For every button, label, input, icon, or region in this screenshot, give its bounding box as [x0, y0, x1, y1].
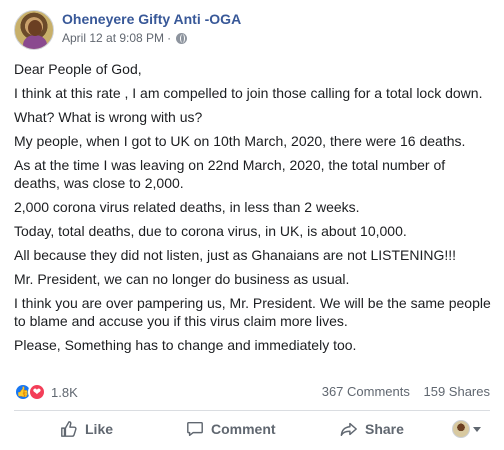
- thumbs-up-icon: [61, 421, 77, 437]
- post-paragraph: My people, when I got to UK on 10th Marc…: [14, 133, 466, 149]
- like-button[interactable]: Like: [60, 420, 113, 438]
- post-timestamp[interactable]: April 12 at 9:08 PM: [62, 31, 164, 45]
- share-arrow-icon: [340, 422, 357, 437]
- post-paragraph: What? What is wrong with us?: [14, 109, 203, 125]
- share-label: Share: [365, 421, 404, 437]
- comment-icon: [187, 421, 203, 437]
- love-reaction-icon: ❤: [28, 383, 46, 401]
- post-paragraph: Today, total deaths, due to corona virus…: [14, 223, 407, 239]
- post-paragraph: Please, Something has to change and imme…: [14, 337, 357, 353]
- post-paragraph: Dear People of God,: [14, 61, 142, 77]
- action-bar: Like Comment Share: [14, 416, 490, 446]
- post-stats: 👍 ❤ 1.8K 367 Comments 159 Shares: [14, 381, 490, 403]
- post-meta: April 12 at 9:08 PM ·: [62, 31, 188, 45]
- author-name[interactable]: Oheneyere Gifty Anti -OGA: [62, 11, 241, 27]
- user-avatar: [452, 420, 470, 438]
- like-label: Like: [85, 421, 114, 437]
- post-text: Dear People of God, I think at this rate…: [14, 60, 494, 360]
- comment-button[interactable]: Comment: [186, 420, 276, 438]
- author-avatar[interactable]: [14, 10, 54, 50]
- comments-count-link[interactable]: 367 Comments: [322, 384, 410, 399]
- reactions-summary[interactable]: 👍 ❤ 1.8K: [14, 383, 78, 401]
- caret-down-icon: [473, 426, 481, 432]
- reaction-profile-switcher[interactable]: [452, 420, 481, 438]
- share-button[interactable]: Share: [340, 420, 404, 438]
- post-paragraph: 2,000 corona virus related deaths, in le…: [14, 199, 360, 215]
- post-paragraph: As at the time I was leaving on 22nd Mar…: [14, 157, 446, 191]
- comment-label: Comment: [211, 421, 276, 437]
- post-paragraph: Mr. President, we can no longer do busin…: [14, 271, 350, 287]
- post-paragraph: I think you are over pampering us, Mr. P…: [14, 295, 491, 329]
- divider: [14, 410, 490, 411]
- engagement-counts: 367 Comments 159 Shares: [322, 384, 490, 399]
- globe-icon: [176, 32, 188, 44]
- post-header: Oheneyere Gifty Anti -OGA April 12 at 9:…: [14, 10, 494, 54]
- meta-separator: ·: [167, 31, 172, 45]
- shares-count-link[interactable]: 159 Shares: [424, 384, 491, 399]
- facebook-post: Oheneyere Gifty Anti -OGA April 12 at 9:…: [0, 0, 504, 450]
- post-paragraph: All because they did not listen, just as…: [14, 247, 457, 263]
- post-paragraph: I think at this rate , I am compelled to…: [14, 85, 483, 101]
- reaction-count: 1.8K: [51, 384, 78, 400]
